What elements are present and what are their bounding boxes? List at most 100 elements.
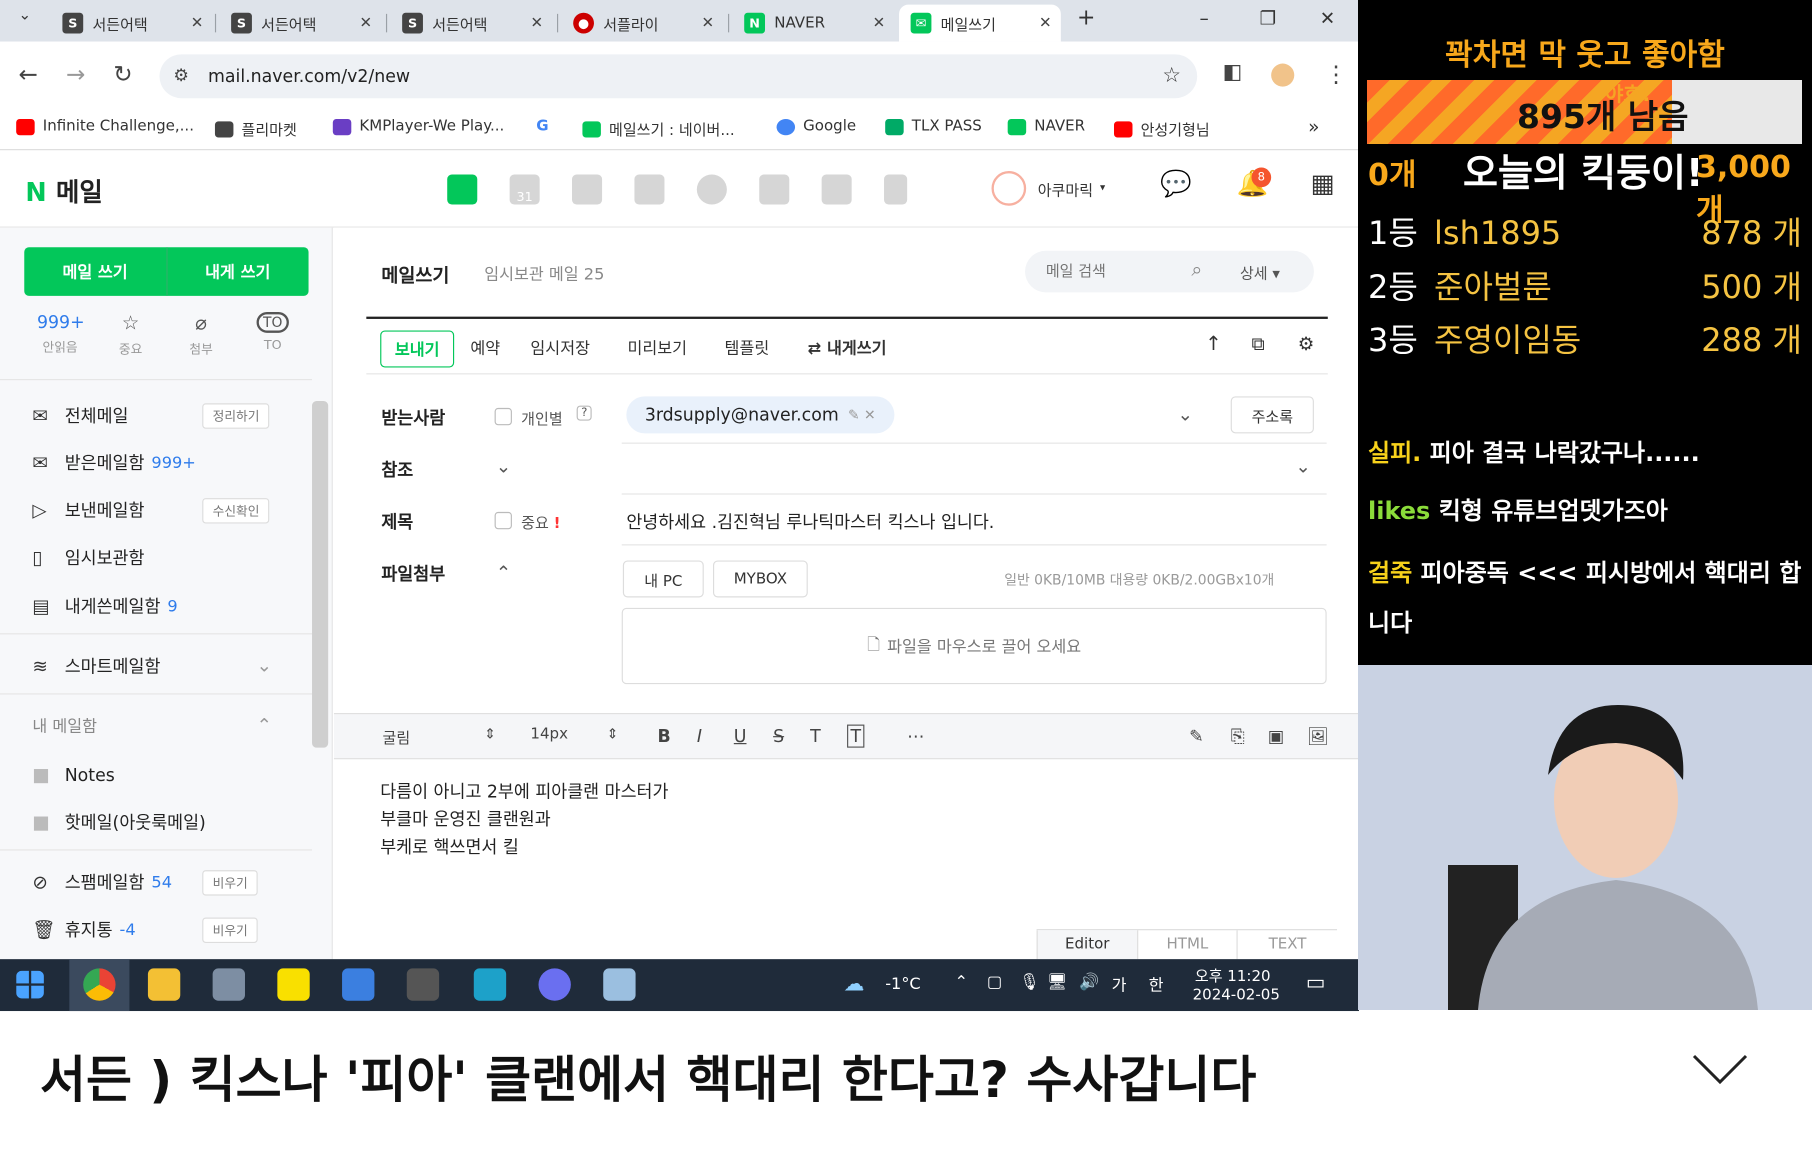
quick-attach[interactable]: ⌀ 첨부 [178, 312, 224, 358]
empty-trash-button[interactable]: 비우기 [202, 917, 259, 943]
todo-app-icon[interactable] [759, 174, 790, 205]
strikethrough-icon[interactable]: S [773, 726, 784, 747]
app-icon[interactable] [342, 968, 375, 1001]
list-app-icon[interactable] [572, 174, 603, 205]
bookmark-item[interactable]: Google [776, 118, 856, 135]
image-icon[interactable]: 🖼 [1307, 726, 1329, 747]
apps-grid-icon[interactable]: ▦ [1310, 170, 1334, 199]
file-dropzone[interactable]: 🗋 파일을 마우스로 끌어 오세요 [621, 607, 1327, 685]
chevron-down-icon[interactable]: ⌄ [1178, 403, 1193, 425]
chat-icon[interactable]: 💬 [1160, 170, 1192, 199]
close-icon[interactable]: ✕ [359, 14, 372, 31]
explorer-icon[interactable] [147, 968, 181, 1001]
sudden-attack-icon[interactable] [406, 968, 440, 1001]
reload-icon[interactable]: ↻ [113, 60, 132, 88]
save-draft-button[interactable]: 임시저장 [530, 336, 590, 359]
close-icon[interactable]: ✕ [873, 14, 886, 31]
chevron-up-icon[interactable]: ⌃ [496, 562, 511, 584]
close-window-icon[interactable]: ✕ [1320, 7, 1335, 29]
bookmark-item[interactable]: NAVER [1007, 118, 1085, 135]
more-bookmarks[interactable]: » [1308, 116, 1319, 138]
bookmark-item[interactable]: 플리마켓 [214, 118, 297, 140]
network-icon[interactable]: 🖥 [1047, 973, 1068, 991]
bookmark-item[interactable]: Infinite Challenge,... [16, 118, 194, 135]
bookmark-item[interactable]: 안성기형님 [1113, 118, 1210, 140]
font-color-icon[interactable]: T [810, 726, 821, 747]
my-mailbox-header[interactable]: 내 메일함 [32, 714, 97, 737]
tab-2[interactable]: S 서든어택 ✕ [220, 5, 382, 42]
underline-icon[interactable]: U [734, 726, 747, 747]
bold-icon[interactable]: B [658, 726, 671, 747]
organize-button[interactable]: 정리하기 [202, 403, 270, 429]
template-button[interactable]: 템플릿 [725, 336, 770, 359]
discord-icon[interactable] [538, 968, 571, 1001]
popout-icon[interactable]: ⧉ [1252, 333, 1265, 356]
bookmark-item[interactable]: KMPlayer-We Play... [332, 118, 504, 135]
folder-all[interactable]: ✉ 전체메일 [32, 403, 128, 427]
more-icon[interactable]: ⋯ [907, 726, 924, 747]
write-self-toggle[interactable]: ⇄ 내게쓰기 [808, 336, 887, 359]
tab-editor[interactable]: Editor [1036, 930, 1137, 960]
forward-icon[interactable]: → [66, 60, 85, 88]
bookmark-star-icon[interactable]: ☆ [1162, 64, 1181, 88]
edit-icon[interactable]: ✎ ✕ [848, 407, 876, 423]
contacts-app-icon[interactable] [634, 174, 665, 205]
back-icon[interactable]: ← [18, 60, 37, 88]
menu-icon[interactable]: ⋮ [1324, 60, 1347, 88]
text-bg-icon[interactable]: T [847, 724, 865, 748]
bookmark-item[interactable]: 메일쓰기 : 네이버... [582, 118, 735, 140]
preview-button[interactable]: 미리보기 [627, 336, 687, 359]
site-info-icon[interactable]: ⚙ [173, 65, 189, 86]
mic-icon[interactable]: 🎙 [1019, 973, 1040, 991]
mybox-button[interactable]: MYBOX [713, 560, 808, 598]
write-mail-button[interactable]: 메일 쓰기 [24, 247, 167, 296]
calendar-app-icon[interactable]: 31 [509, 174, 540, 205]
kakaotalk-icon[interactable] [277, 968, 310, 1001]
volume-icon[interactable]: 🔊 [1079, 973, 1099, 991]
naver-mail-logo[interactable]: N 메일 [25, 172, 102, 209]
camera-icon[interactable]: ▢ [987, 973, 1002, 991]
sidebar-scrollbar[interactable] [312, 400, 329, 748]
image-edit-icon[interactable]: ▣ [1268, 726, 1284, 747]
empty-spam-button[interactable]: 비우기 [202, 870, 259, 896]
side-panel-icon[interactable]: ◧ [1223, 60, 1243, 84]
chrome-icon[interactable] [83, 968, 116, 1001]
quick-to[interactable]: TO TO [250, 312, 296, 352]
help-icon[interactable]: ? [576, 405, 593, 421]
folder-trash[interactable]: 🗑 휴지통 -4 [32, 918, 135, 942]
address-book-button[interactable]: 주소록 [1230, 396, 1314, 434]
cc-expand-icon[interactable]: ⌄ [1295, 455, 1310, 477]
spellcheck-icon[interactable]: ✎ [1189, 726, 1204, 747]
address-bar[interactable]: ⚙ mail.naver.com/v2/new ☆ [159, 54, 1198, 99]
chevron-down-icon[interactable]: ⌄ [257, 654, 272, 676]
app-icon[interactable] [212, 968, 245, 1001]
start-icon[interactable] [16, 970, 44, 999]
weather-icon[interactable]: ☁ [844, 972, 865, 996]
close-icon[interactable]: ✕ [191, 14, 204, 31]
folder-smart[interactable]: ≋ 스마트메일함 [32, 654, 160, 678]
detail-search-button[interactable]: 상세 ▾ [1240, 261, 1280, 283]
tray-expand-icon[interactable]: ⌃ [955, 973, 969, 991]
bookmark-app-icon[interactable] [884, 174, 908, 205]
tab-4[interactable]: ● 서플라이 ✕ [562, 5, 724, 42]
bookmark-item[interactable]: TLX PASS [885, 118, 982, 135]
close-icon[interactable]: ✕ [702, 14, 715, 31]
folder-hotmail[interactable]: ■ 핫메일(아웃룩메일) [32, 810, 205, 834]
folder-drafts[interactable]: ▯ 임시보관함 [32, 545, 144, 569]
ime-hangul[interactable]: 한 [1149, 973, 1164, 996]
tab-3[interactable]: S 서든어택 ✕ [391, 5, 553, 42]
recipient-chip[interactable]: 3rdsupply@naver.com ✎ ✕ [626, 396, 895, 434]
mail-app-icon[interactable] [447, 174, 478, 205]
clock-date[interactable]: 2024-02-05 [1193, 987, 1280, 1004]
italic-icon[interactable]: I [697, 726, 702, 747]
stepper-icon[interactable]: ⇕ [607, 726, 619, 742]
quick-unread[interactable]: 999+ 안읽음 [37, 312, 85, 356]
tab-1[interactable]: S 서든어택 ✕ [51, 5, 213, 42]
folder-sent[interactable]: ▷ 보낸메일함 [32, 498, 144, 522]
restore-icon[interactable]: ❐ [1260, 7, 1277, 29]
chevron-down-icon[interactable]: ⌄ [496, 455, 511, 477]
new-tab-icon[interactable]: + [1077, 5, 1095, 30]
ime-mode[interactable]: 가 [1112, 973, 1127, 996]
reserve-button[interactable]: 예약 [470, 336, 500, 359]
tab-search-icon[interactable]: ⌄ [18, 7, 31, 24]
